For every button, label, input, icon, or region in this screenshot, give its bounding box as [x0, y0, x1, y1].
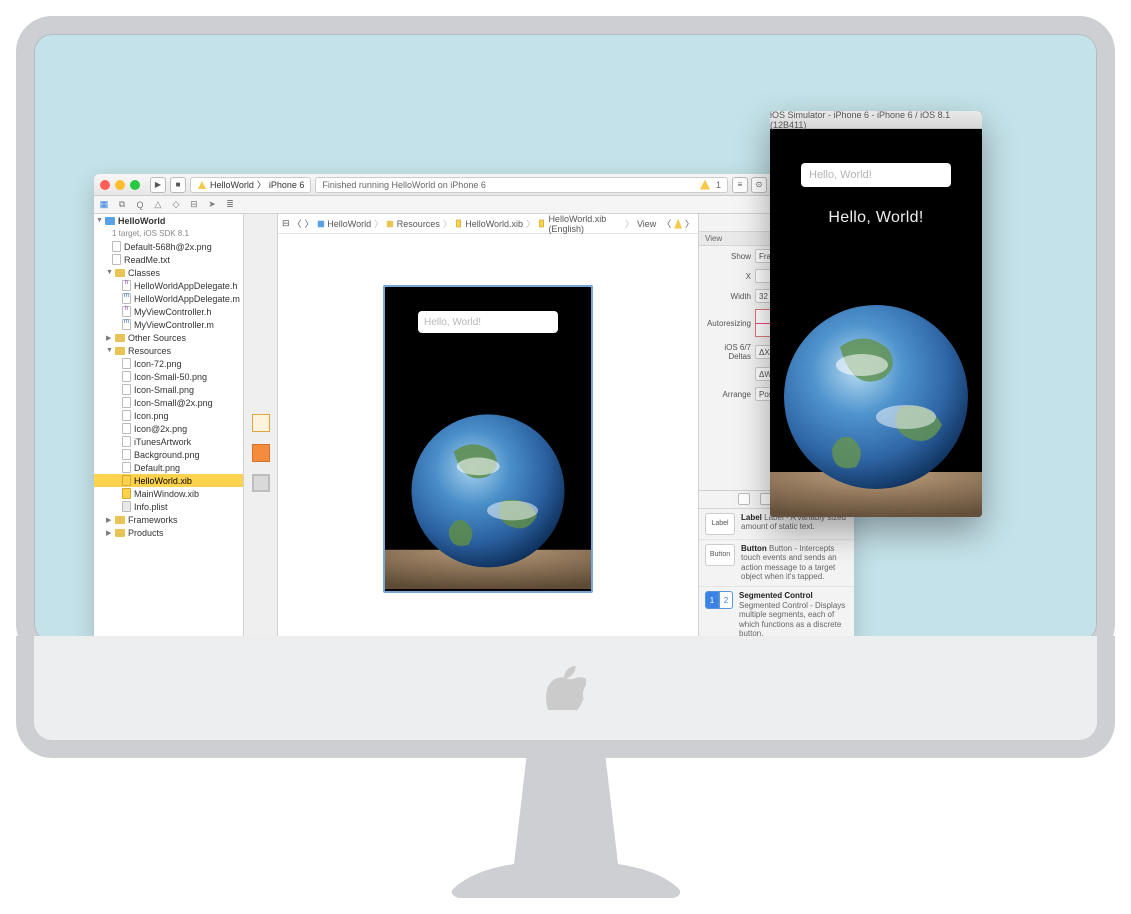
- simulator-background: [770, 227, 982, 517]
- file-item[interactable]: Icon@2x.png: [94, 422, 243, 435]
- textfield-placeholder[interactable]: Hello, World!: [418, 311, 558, 333]
- file-item[interactable]: Default-568h@2x.png: [94, 240, 243, 253]
- warning-icon[interactable]: [674, 219, 682, 229]
- simulator-textfield[interactable]: Hello, World!: [801, 163, 951, 187]
- view-object-icon[interactable]: [252, 474, 270, 492]
- nav-back2-icon[interactable]: 〈: [662, 217, 671, 230]
- nav-fwd-icon[interactable]: 〉: [305, 217, 314, 230]
- test-navigator-icon[interactable]: ◇: [170, 199, 182, 211]
- activity-status: Finished running HelloWorld on iPhone 6 …: [315, 177, 728, 193]
- minimize-icon[interactable]: [115, 180, 125, 190]
- file-item[interactable]: Default.png: [94, 461, 243, 474]
- status-text: Finished running HelloWorld on iPhone 6: [322, 180, 485, 190]
- ios-simulator-window[interactable]: iOS Simulator - iPhone 6 - iPhone 6 / iO…: [770, 111, 982, 517]
- file-item[interactable]: Icon-Small.png: [94, 383, 243, 396]
- traffic-lights: [100, 180, 140, 190]
- close-icon[interactable]: [100, 180, 110, 190]
- history-back-icon[interactable]: ⊟: [282, 218, 290, 229]
- project-name: HelloWorld: [118, 216, 165, 226]
- issue-navigator-icon[interactable]: △: [152, 199, 164, 211]
- folder-resources[interactable]: ▼Resources: [94, 344, 243, 357]
- warning-icon: [198, 181, 206, 189]
- label-icon: Label: [705, 513, 735, 535]
- file-item[interactable]: Icon-Small@2x.png: [94, 396, 243, 409]
- folder-other-sources[interactable]: ▶Other Sources: [94, 331, 243, 344]
- simulator-titlebar[interactable]: iOS Simulator - iPhone 6 - iPhone 6 / iO…: [770, 111, 982, 129]
- file-item[interactable]: MyViewController.m: [94, 318, 243, 331]
- scheme-project: HelloWorld: [210, 180, 254, 190]
- breakpoint-navigator-icon[interactable]: ➤: [206, 199, 218, 211]
- file-item[interactable]: MainWindow.xib: [94, 487, 243, 500]
- editor-assistant-button[interactable]: ⊙: [751, 177, 767, 193]
- library-item-button[interactable]: Button Button Button - Intercepts touch …: [699, 540, 854, 587]
- stop-button[interactable]: ■: [170, 177, 186, 193]
- nav-fwd2-icon[interactable]: 〉: [685, 217, 694, 230]
- xcode-window: ▶ ■ HelloWorld 〉 iPhone 6 Finished runni…: [94, 174, 854, 644]
- project-subtitle: 1 target, iOS SDK 8.1: [94, 227, 243, 240]
- file-item[interactable]: ReadMe.txt: [94, 253, 243, 266]
- apple-logo-icon: [546, 666, 586, 710]
- files-owner-icon[interactable]: [252, 414, 270, 432]
- navigator-selector-bar: ▦ ⧉ Q △ ◇ ⊟ ➤ ≣: [94, 196, 854, 214]
- xcode-titlebar[interactable]: ▶ ■ HelloWorld 〉 iPhone 6 Finished runni…: [94, 174, 854, 196]
- background-image: [385, 333, 591, 591]
- zoom-icon[interactable]: [130, 180, 140, 190]
- warning-count[interactable]: 1: [716, 180, 721, 190]
- segmented-control-icon: 12: [705, 591, 733, 639]
- warning-icon[interactable]: [700, 180, 710, 190]
- file-item[interactable]: MyViewController.h: [94, 305, 243, 318]
- button-icon: Button: [705, 544, 735, 566]
- project-root[interactable]: ▼ HelloWorld: [94, 214, 243, 227]
- run-button[interactable]: ▶: [150, 177, 166, 193]
- nav-back-icon[interactable]: 〈: [293, 217, 302, 230]
- file-item[interactable]: iTunesArtwork: [94, 435, 243, 448]
- file-item-selected[interactable]: HelloWorld.xib: [94, 474, 243, 487]
- earth-image-icon: [385, 381, 591, 591]
- file-item[interactable]: Icon-Small-50.png: [94, 370, 243, 383]
- document-outline[interactable]: [244, 214, 278, 644]
- folder-classes[interactable]: ▼Classes: [94, 266, 243, 279]
- first-responder-icon[interactable]: [252, 444, 270, 462]
- file-item[interactable]: Info.plist: [94, 500, 243, 513]
- symbol-navigator-icon[interactable]: ⧉: [116, 199, 128, 211]
- ib-canvas[interactable]: Hello, World!: [278, 234, 698, 644]
- simulator-label: Hello, World!: [828, 209, 923, 227]
- file-item[interactable]: HelloWorldAppDelegate.m: [94, 292, 243, 305]
- scheme-selector[interactable]: HelloWorld 〉 iPhone 6: [190, 177, 311, 193]
- file-item[interactable]: Background.png: [94, 448, 243, 461]
- imac-chin: [16, 636, 1115, 758]
- scheme-device: iPhone 6: [269, 180, 305, 190]
- project-navigator-icon[interactable]: ▦: [98, 199, 110, 211]
- imac-screen: ▶ ■ HelloWorld 〉 iPhone 6 Finished runni…: [16, 16, 1115, 660]
- file-item[interactable]: Icon-72.png: [94, 357, 243, 370]
- file-item[interactable]: HelloWorldAppDelegate.h: [94, 279, 243, 292]
- find-navigator-icon[interactable]: Q: [134, 199, 146, 211]
- editor-area: ⊟ 〈 〉 HelloWorld〉 Resources〉 HelloWorld.…: [278, 214, 698, 644]
- project-navigator[interactable]: ▼ HelloWorld 1 target, iOS SDK 8.1 Defau…: [94, 214, 244, 644]
- imac-stand: [448, 744, 684, 904]
- earth-image-icon: [770, 277, 982, 517]
- file-item[interactable]: Icon.png: [94, 409, 243, 422]
- file-template-lib-icon[interactable]: [738, 493, 750, 505]
- ib-view[interactable]: Hello, World!: [383, 285, 593, 593]
- editor-standard-button[interactable]: ≡: [732, 177, 748, 193]
- folder-frameworks[interactable]: ▶Frameworks: [94, 513, 243, 526]
- debug-navigator-icon[interactable]: ⊟: [188, 199, 200, 211]
- report-navigator-icon[interactable]: ≣: [224, 199, 236, 211]
- breadcrumb[interactable]: ⊟ 〈 〉 HelloWorld〉 Resources〉 HelloWorld.…: [278, 214, 698, 234]
- folder-products[interactable]: ▶Products: [94, 526, 243, 539]
